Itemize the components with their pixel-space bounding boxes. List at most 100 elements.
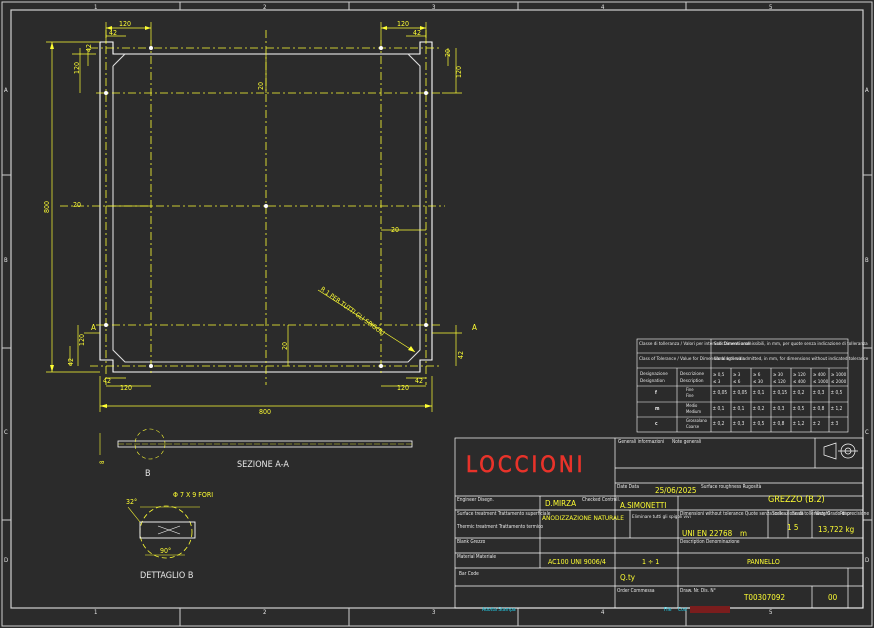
- surface-roughness-label: Surface roughness Rugosità: [701, 483, 762, 490]
- dim-120-top-left: 120: [119, 20, 131, 28]
- tol-col-desc-en: Description: [680, 378, 704, 384]
- tolerance-value: ± 0,15: [773, 390, 788, 396]
- dim-20-center-top: 20: [257, 82, 265, 90]
- scale-label: Scale: [772, 511, 784, 517]
- section-a-a-label: SEZIONE A-A: [237, 460, 289, 470]
- section-mark-left: A: [91, 323, 96, 332]
- dim-42-top-left: 42: [109, 29, 117, 37]
- tolerance-value: ± 0,2: [713, 421, 725, 427]
- detail-b-view: 32° Φ 7 X 9 FORI 90° DETTAGLIO B: [126, 491, 213, 581]
- description-label: Description Denominazione: [680, 539, 740, 545]
- dimension-lines: [46, 22, 462, 412]
- material-label: Material Materiale: [457, 554, 496, 560]
- dim-120-top-right: 120: [397, 20, 409, 28]
- barcode-label: Bar Code: [459, 571, 479, 577]
- detail-b-label: DETTAGLIO B: [140, 571, 193, 581]
- checked-value: A.SIMONETTI: [620, 501, 666, 510]
- tolerance-range-label: ≥ 1000: [831, 372, 847, 378]
- right-tick-C: C: [865, 429, 869, 436]
- tolerance-value: ± 0,05: [733, 390, 748, 396]
- tolerance-value: ± 0,2: [793, 390, 805, 396]
- blank-label: Blank Grezzo: [457, 539, 486, 545]
- dim-20-right-mid: 20: [391, 226, 399, 234]
- dim-800-horizontal: 800: [259, 408, 271, 416]
- checked-label: Checked Controll.: [582, 497, 620, 503]
- engineer-label: Engineer Disegn.: [457, 497, 494, 503]
- tolerance-range-label: ≤ 400: [793, 379, 806, 385]
- tolerance-class-desc: Fine: [686, 393, 694, 398]
- footer-file-field: [690, 606, 730, 613]
- tolerance-range-label: ≤ 6: [733, 379, 741, 385]
- bottom-tick-2: 2: [263, 609, 266, 616]
- tolerance-value: ± 0,05: [713, 390, 728, 396]
- dim-20-left-mid: 20: [73, 201, 81, 209]
- tolerance-class-desc: Grossolano: [686, 418, 708, 423]
- footer-print-note: Adotta Stampa: [482, 607, 516, 613]
- tolerance-value: ± 0,5: [831, 390, 843, 396]
- scale-value: 1 5: [787, 523, 798, 532]
- hole: [424, 91, 428, 95]
- tolerance-class-code: f: [655, 390, 657, 396]
- dim-20-bottom-center: 20: [281, 342, 289, 350]
- tolerance-range-label: ≤ 3: [713, 379, 721, 385]
- detail-callout-b: B: [145, 469, 151, 479]
- tolerance-value: ± 2: [813, 421, 821, 427]
- left-tick-A: A: [4, 87, 8, 94]
- drawing-number-value: T00307092: [743, 593, 785, 602]
- detail-hole-note: Φ 7 X 9 FORI: [173, 491, 213, 499]
- tolerance-value: ± 0,8: [813, 406, 825, 412]
- edge-note: Eliminare tutti gli spigoli vivi: [632, 514, 691, 520]
- tolerance-class-desc: Medium: [686, 409, 701, 414]
- logo: LOCCIONI: [466, 453, 583, 479]
- engineer-value: D.MIRZA: [545, 499, 576, 508]
- tolerance-range-label: ≥ 6: [753, 372, 761, 378]
- qty-label: Q.ty: [620, 573, 636, 582]
- top-tick-2: 2: [263, 4, 266, 11]
- roughness-value: GREZZO (B.2): [768, 495, 825, 505]
- tolerance-value: ± 0,5: [753, 421, 765, 427]
- tolerance-class-desc: Fine: [686, 387, 694, 392]
- description-value: PANNELLO: [747, 558, 780, 566]
- tolerance-range-label: ≤ 2000: [831, 379, 847, 385]
- date-value: 25/06/2025: [655, 486, 696, 495]
- quantity-value: 1 ÷ 1: [642, 558, 659, 566]
- hole: [264, 204, 268, 208]
- tolerance-value: ± 0,1: [713, 406, 725, 412]
- dim-42-bottom-left: 42: [103, 377, 111, 385]
- dimension-arrows: [50, 26, 432, 408]
- plate-centerlines: [60, 30, 445, 385]
- tolerance-range-label: ≥ 3: [733, 372, 741, 378]
- detail-angle-32: 32°: [126, 498, 137, 506]
- tolerance-value: ± 0,3: [773, 406, 785, 412]
- hole: [149, 364, 153, 368]
- projection-symbol: [823, 442, 858, 460]
- dim-42-right-bottom: 42: [457, 351, 465, 359]
- surface-treatment-value: ANODIZZAZIONE NATURALE: [542, 514, 624, 522]
- tol-col-designation-en: Designation: [640, 378, 665, 384]
- tolerance-value: ± 1,2: [793, 421, 805, 427]
- revision-value: 00: [828, 593, 838, 602]
- bottom-tick-1: 1: [94, 609, 97, 616]
- date-label: Date Data: [617, 484, 639, 490]
- weight-value: 13,722 kg: [818, 525, 854, 534]
- bottom-tick-3: 3: [432, 609, 435, 616]
- left-tick-D: D: [4, 557, 8, 564]
- hole: [149, 46, 153, 50]
- right-tick-B: B: [865, 257, 869, 264]
- hole: [104, 323, 108, 327]
- dimension-labels: 120 42 120 42 42 120 20 800 20 20 20 20 …: [43, 20, 477, 416]
- tol-header-2b: Working limit admitted, in mm, for dimen…: [714, 356, 869, 362]
- tolerance-ranges: ≥ 0,5≤ 3 ≥ 3≤ 6 ≥ 6≤ 30 ≥ 30≤ 120 ≥ 120≤ 400…: [713, 372, 847, 385]
- tolerance-range-label: ≤ 1000: [813, 379, 829, 385]
- right-tick-D: D: [865, 557, 869, 564]
- material-value: AC100 UNI 9006/4: [548, 558, 606, 566]
- tol-col-designation: Designazione: [640, 371, 668, 377]
- tolerance-value: ± 0,2: [753, 406, 765, 412]
- order-label: Order Commessa: [617, 588, 655, 594]
- dim-120-left-bottom: 120: [78, 334, 86, 346]
- tol-col-desc: Descrizione: [680, 371, 704, 377]
- hole: [424, 323, 428, 327]
- general-info-label: Generali informazioni: [618, 439, 664, 445]
- thermic-treatment-label: Thermic treatment Trattamento termico: [456, 524, 543, 530]
- surface-treatment-label: Surface treatment Trattamento superficia…: [457, 511, 551, 517]
